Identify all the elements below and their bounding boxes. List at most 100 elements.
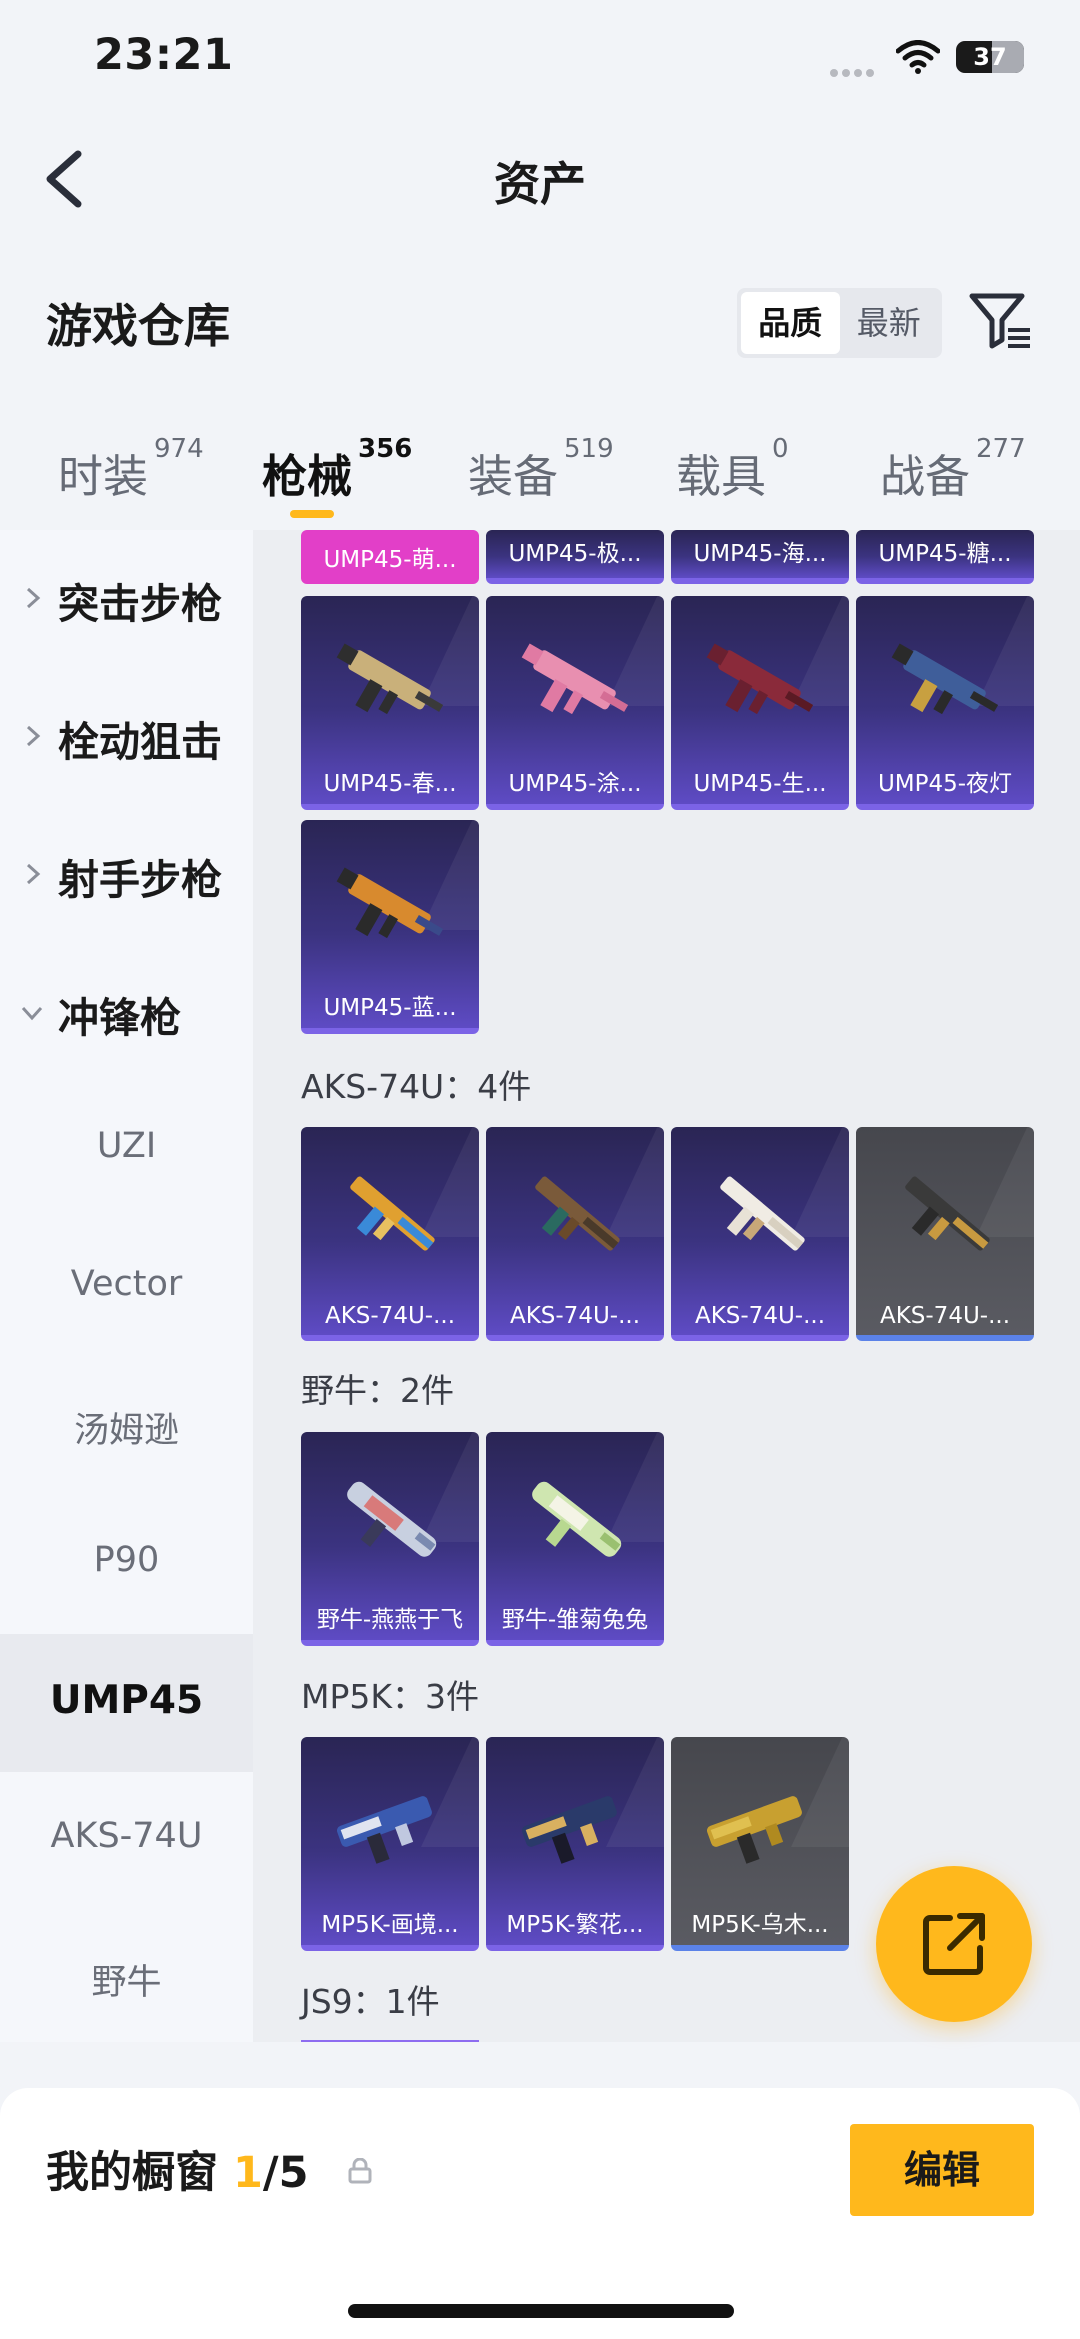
sidebar-item-label: AKS-74U xyxy=(50,1816,203,1856)
sort-quality-button[interactable]: 品质 xyxy=(741,292,840,354)
item-name: UMP45-春... xyxy=(323,771,457,797)
item-card[interactable]: 野牛-燕燕于飞 xyxy=(301,1432,479,1646)
sidebar-item-ump45[interactable]: UMP45 xyxy=(0,1634,253,1772)
battery-icon: 37 xyxy=(956,41,1024,73)
item-card[interactable]: MP5K-画境... xyxy=(301,1737,479,1951)
tab-label: 装备 xyxy=(468,450,559,503)
item-name: UMP45-生... xyxy=(693,771,827,797)
wifi-icon xyxy=(896,40,940,74)
sidebar-item-label: 冲锋枪 xyxy=(58,994,181,1042)
sort-toggle: 品质 最新 xyxy=(737,288,942,358)
share-button[interactable] xyxy=(876,1866,1032,2022)
item-card[interactable]: MP5K-乌木... xyxy=(671,1737,849,1951)
battery-level: 37 xyxy=(973,43,1007,71)
item-card[interactable]: UMP45-蓝... xyxy=(301,820,479,1034)
tab-count: 0 xyxy=(772,434,789,464)
sidebar-item-uzi[interactable]: UZI xyxy=(0,1082,253,1220)
item-name: UMP45-夜灯 xyxy=(877,771,1013,797)
item-card-edge xyxy=(301,2040,479,2042)
item-card[interactable]: MP5K-繁花... xyxy=(486,1737,664,1951)
sidebar-item-marksman-rifle[interactable]: 射手步枪 xyxy=(0,806,253,944)
sidebar-item-assault-rifle[interactable]: 突击步枪 xyxy=(0,530,253,668)
sidebar-item-bolt-sniper[interactable]: 栓动狙击 xyxy=(0,668,253,806)
tab-count: 974 xyxy=(154,434,204,464)
item-card[interactable]: UMP45-糖... xyxy=(856,530,1034,584)
page-title: 资产 xyxy=(494,157,586,211)
sidebar-item-thompson[interactable]: 汤姆逊 xyxy=(0,1358,253,1496)
item-name: 野牛-雏菊兔兔 xyxy=(501,1607,649,1633)
sidebar-item-label: 射手步枪 xyxy=(58,856,222,904)
group-title-aks74u: AKS-74U：4件 xyxy=(301,1067,532,1106)
tab-label: 枪械 xyxy=(262,450,353,503)
showcase-current: 1 xyxy=(232,2148,263,2198)
item-card[interactable]: UMP45-涂... xyxy=(486,596,664,810)
showcase-label: 我的橱窗 1/5 xyxy=(46,2138,309,2200)
item-name: AKS-74U-... xyxy=(324,1303,456,1329)
gun-icon xyxy=(720,1176,805,1251)
chevron-left-icon[interactable] xyxy=(40,148,90,210)
group-title-bizon: 野牛：2件 xyxy=(301,1371,454,1410)
sidebar-item-label: 野牛 xyxy=(91,1963,162,2003)
item-card[interactable]: UMP45-春... xyxy=(301,596,479,810)
item-name: AKS-74U-... xyxy=(879,1303,1011,1329)
gun-icon xyxy=(521,643,629,715)
gun-icon xyxy=(521,1796,617,1864)
sidebar-item-vector[interactable]: Vector xyxy=(0,1220,253,1358)
item-card[interactable]: 野牛-雏菊兔兔 xyxy=(486,1432,664,1646)
tab-supplies[interactable]: 战备277 xyxy=(880,434,1026,505)
section-title: 游戏仓库 xyxy=(46,299,230,353)
item-grid: UMP45-萌... UMP45-极... UMP45-海... UMP45-糖… xyxy=(253,530,1080,2042)
edit-button[interactable]: 编辑 xyxy=(850,2124,1034,2216)
sidebar-item-label: 突击步枪 xyxy=(58,580,222,628)
gun-icon xyxy=(891,643,999,715)
gun-icon xyxy=(336,643,444,715)
sidebar-item-aks74u[interactable]: AKS-74U xyxy=(0,1772,253,1910)
sidebar-item-p90[interactable]: P90 xyxy=(0,1496,253,1634)
item-name: AKS-74U-... xyxy=(694,1303,826,1329)
item-card[interactable]: UMP45-极... xyxy=(486,530,664,584)
tab-label: 战备 xyxy=(880,450,971,503)
item-card[interactable]: AKS-74U-... xyxy=(301,1127,479,1341)
tab-vehicles[interactable]: 载具0 xyxy=(676,434,789,505)
item-card[interactable]: UMP45-海... xyxy=(671,530,849,584)
sidebar-item-label: 汤姆逊 xyxy=(73,1411,179,1451)
showcase-total: /5 xyxy=(262,2148,309,2198)
item-card[interactable]: AKS-74U-... xyxy=(671,1127,849,1341)
tab-firearms[interactable]: 枪械356 xyxy=(262,434,412,505)
item-card[interactable]: UMP45-夜灯 xyxy=(856,596,1034,810)
tab-count: 356 xyxy=(358,434,413,464)
sidebar-item-label: UZI xyxy=(96,1126,157,1166)
gun-icon xyxy=(905,1176,990,1251)
sort-newest-button[interactable]: 最新 xyxy=(840,292,939,354)
tab-count: 277 xyxy=(976,434,1026,464)
showcase-title: 我的橱窗 xyxy=(46,2148,218,2198)
category-tabs: 时装974 枪械356 装备519 载具0 战备277 xyxy=(0,420,1080,530)
tab-fashion[interactable]: 时装974 xyxy=(58,434,204,505)
lock-icon xyxy=(348,2158,372,2184)
gun-icon xyxy=(350,1176,435,1251)
item-card[interactable]: UMP45-萌... xyxy=(301,530,479,584)
chevron-right-icon xyxy=(26,725,41,747)
chevron-right-icon xyxy=(26,863,41,885)
tab-equipment[interactable]: 装备519 xyxy=(468,434,614,505)
item-card[interactable]: AKS-74U-... xyxy=(486,1127,664,1341)
item-card[interactable]: UMP45-生... xyxy=(671,596,849,810)
sidebar-item-label: P90 xyxy=(93,1540,160,1580)
gun-icon xyxy=(336,1796,432,1864)
signal-dots-icon xyxy=(830,62,878,77)
item-name: UMP45-萌... xyxy=(323,547,457,573)
item-name: 野牛-燕燕于飞 xyxy=(316,1607,464,1633)
gun-icon xyxy=(532,1481,622,1557)
item-card[interactable]: AKS-74U-... xyxy=(856,1127,1034,1341)
sidebar-item-label: Vector xyxy=(70,1264,183,1304)
gun-icon xyxy=(336,867,444,939)
sidebar-item-smg[interactable]: 冲锋枪 xyxy=(0,944,253,1082)
item-name: UMP45-蓝... xyxy=(323,995,457,1021)
filter-icon[interactable] xyxy=(968,290,1032,352)
gun-icon xyxy=(706,1796,802,1864)
status-time: 23:21 xyxy=(94,30,234,80)
tab-label: 时装 xyxy=(58,450,149,503)
tab-count: 519 xyxy=(564,434,614,464)
sidebar-item-bizon[interactable]: 野牛 xyxy=(0,1910,253,2048)
group-title-mp5k: MP5K：3件 xyxy=(301,1677,480,1716)
